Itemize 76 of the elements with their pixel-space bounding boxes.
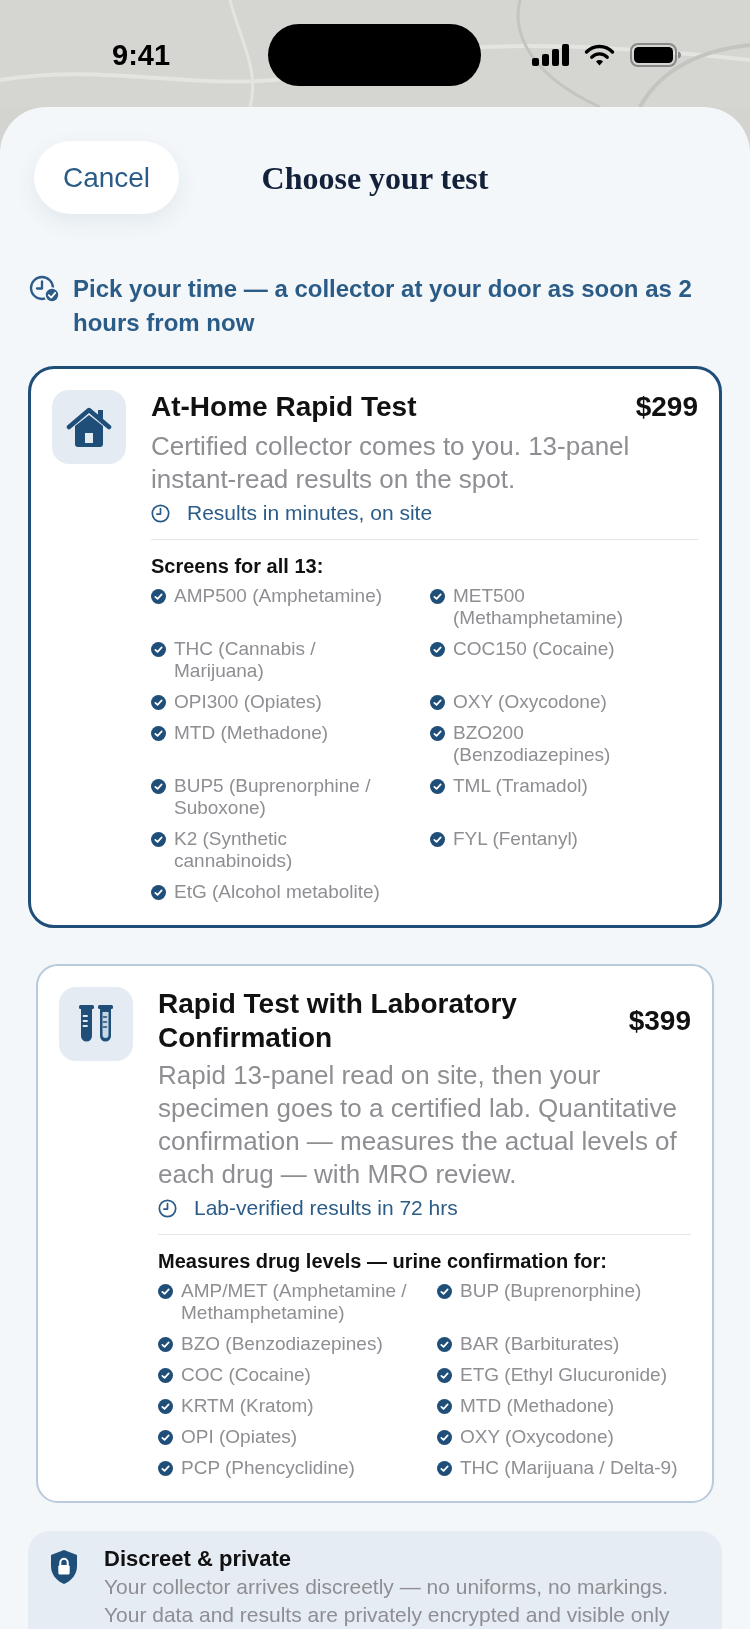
privacy-text: Your collector arrives discreetly — no uniforms, no markings. Your data and results are privately encrypted and visible only <box>104 1574 671 1628</box>
check-icon <box>158 1460 173 1476</box>
check-icon <box>437 1429 452 1445</box>
test-tubes-icon <box>59 987 133 1061</box>
check-icon <box>430 694 445 710</box>
timing-text: Results in minutes, on site <box>187 500 433 526</box>
drug-name: MTD (Methadone) <box>174 722 329 744</box>
notice-text: Pick your time — a collector at your door as soon as 2 hours from now <box>73 274 693 338</box>
drug-name: BUP (Buprenorphine) <box>460 1280 642 1302</box>
drug-name: THC (Marijuana / Delta-9) <box>460 1457 678 1479</box>
check-icon <box>151 725 166 741</box>
list-heading: Measures drug levels — urine confirmation for: <box>158 1249 608 1273</box>
check-icon <box>437 1336 452 1352</box>
check-icon <box>437 1398 452 1414</box>
option-title: At-Home Rapid Test <box>151 390 417 424</box>
check-icon <box>430 778 445 794</box>
check-icon <box>437 1460 452 1476</box>
house-icon <box>52 390 126 464</box>
drug-name: AMP/MET (Amphetamine / Methamphetamine) <box>181 1280 408 1324</box>
check-icon <box>430 725 445 741</box>
check-icon <box>437 1367 452 1383</box>
page-title: Choose your test <box>261 158 489 198</box>
check-icon <box>430 831 445 847</box>
test-option-card[interactable] <box>28 366 722 928</box>
drug-name: OPI300 (Opiates) <box>174 691 322 713</box>
drug-name: OPI (Opiates) <box>181 1426 298 1448</box>
check-icon <box>437 1283 452 1299</box>
drug-name: TML (Tramadol) <box>453 775 588 797</box>
option-description: Certified collector comes to you. 13-panel instant-read results on the spot. <box>151 430 631 496</box>
drug-name: BZO (Benzodiazepines) <box>181 1333 383 1355</box>
check-icon <box>151 831 166 847</box>
shield-lock-icon <box>50 1549 78 1585</box>
drug-name: KRTM (Kratom) <box>181 1395 314 1417</box>
check-icon <box>430 641 445 657</box>
check-icon <box>430 588 445 604</box>
check-icon <box>158 1283 173 1299</box>
check-icon <box>151 641 166 657</box>
drug-name: EtG (Alcohol metabolite) <box>174 881 380 903</box>
drug-name: FYL (Fentanyl) <box>453 828 578 850</box>
drug-name: PCP (Phencyclidine) <box>181 1457 355 1479</box>
drug-name: THC (Cannabis / Marijuana) <box>174 638 317 682</box>
check-icon <box>151 694 166 710</box>
signal-icon <box>532 44 569 66</box>
drug-name: OXY (Oxycodone) <box>453 691 607 713</box>
check-icon <box>151 588 166 604</box>
drug-name: BUP5 (Buprenorphine / Suboxone) <box>174 775 372 819</box>
drug-name: COC (Cocaine) <box>181 1364 311 1386</box>
cancel-button[interactable]: Cancel <box>34 141 179 214</box>
check-icon <box>151 778 166 794</box>
drug-name: MET500 (Methamphetamine) <box>453 585 625 629</box>
drug-name: MTD (Methadone) <box>460 1395 615 1417</box>
drug-name: AMP500 (Amphetamine) <box>174 585 383 607</box>
battery-icon <box>630 43 681 67</box>
check-icon <box>158 1429 173 1445</box>
clock-check-icon <box>29 275 60 303</box>
drug-name: BZO200 (Benzodiazepines) <box>453 722 612 766</box>
option-price: $399 <box>628 1004 691 1038</box>
check-icon <box>158 1367 173 1383</box>
check-icon <box>151 884 166 900</box>
drug-name: ETG (Ethyl Glucuronide) <box>460 1364 667 1386</box>
timing-text: Lab-verified results in 72 hrs <box>194 1195 458 1221</box>
option-description: Rapid 13-panel read on site, then your specimen goes to a certified lab. Quantitative confirmation — measures the actual levels of each drug — with MRO review. <box>158 1059 678 1191</box>
option-title: Rapid Test with Laboratory Confirmation <box>158 987 518 1055</box>
list-heading: Screens for all 13: <box>151 554 325 578</box>
privacy-title: Discreet & private <box>104 1545 293 1573</box>
status-time: 9:41 <box>112 38 171 72</box>
check-icon <box>158 1336 173 1352</box>
option-price: $299 <box>635 390 698 424</box>
clock-icon <box>158 1198 177 1218</box>
drug-name: BAR (Barbiturates) <box>460 1333 620 1355</box>
drug-name: OXY (Oxycodone) <box>460 1426 614 1448</box>
drug-name: K2 (Synthetic cannabinoids) <box>174 828 294 872</box>
drug-name: COC150 (Cocaine) <box>453 638 615 660</box>
clock-icon <box>151 503 170 523</box>
wifi-icon <box>584 44 615 66</box>
check-icon <box>158 1398 173 1414</box>
